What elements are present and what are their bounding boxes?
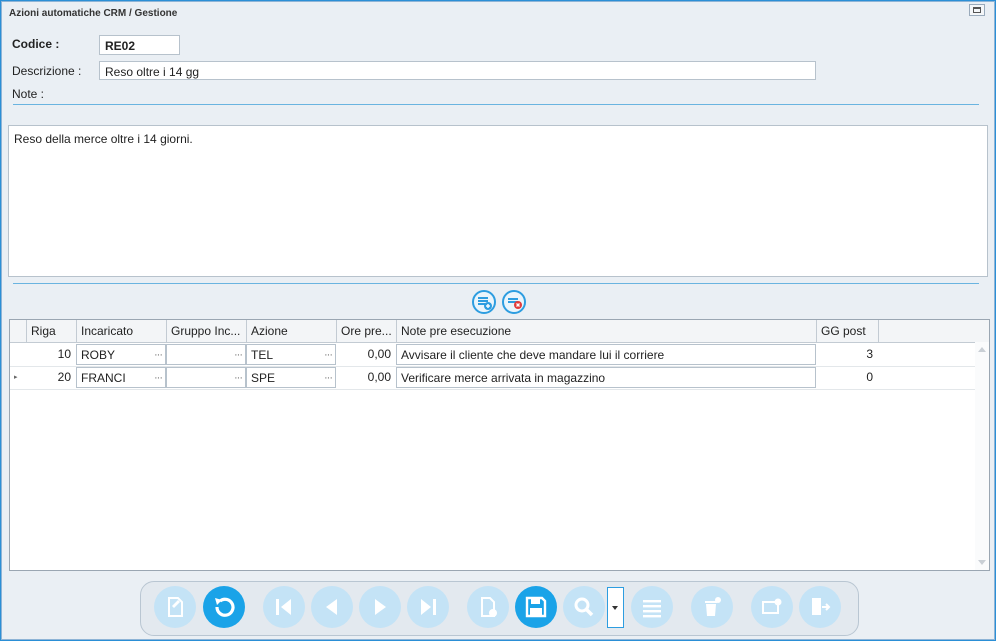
cell-ore: 0,00 <box>367 370 391 384</box>
print-icon[interactable] <box>751 586 793 628</box>
main-window: Azioni automatiche CRM / Gestione Codice… <box>1 1 995 640</box>
remove-row-icon[interactable] <box>502 290 526 314</box>
ellipsis-icon[interactable]: ··· <box>324 368 333 387</box>
cell-incaricato[interactable]: ROBY ··· <box>76 344 166 365</box>
undo-icon[interactable] <box>203 586 245 628</box>
cell-text: FRANCI <box>81 371 126 385</box>
last-icon[interactable] <box>407 586 449 628</box>
cell-text: ROBY <box>81 348 116 362</box>
cell-note[interactable]: Verificare merce arrivata in magazzino <box>396 367 816 388</box>
cell-text: TEL <box>251 348 274 362</box>
duplicate-icon[interactable] <box>467 586 509 628</box>
delete-icon[interactable] <box>691 586 733 628</box>
ellipsis-icon[interactable]: ··· <box>324 345 333 364</box>
col-riga[interactable]: Riga <box>26 320 76 342</box>
exit-icon[interactable] <box>799 586 841 628</box>
current-row-icon: ▸ <box>14 374 18 381</box>
cell-riga: 10 <box>57 347 71 361</box>
table-row[interactable]: 10 ROBY ··· ··· TEL ··· 0,00 Avvisare il c… <box>10 343 989 367</box>
col-ore[interactable]: Ore pre... <box>336 320 396 342</box>
cell-gg-post: 0 <box>866 370 873 384</box>
descrizione-label: Descrizione : <box>12 64 82 78</box>
cell-azione[interactable]: SPE ··· <box>246 367 336 388</box>
cell-gruppo[interactable]: ··· <box>166 367 246 388</box>
cell-azione[interactable]: TEL ··· <box>246 344 336 365</box>
codice-field[interactable]: RE02 <box>99 35 180 55</box>
col-azione[interactable]: Azione <box>246 320 336 342</box>
save-icon[interactable] <box>515 586 557 628</box>
first-icon[interactable] <box>263 586 305 628</box>
next-icon[interactable] <box>359 586 401 628</box>
ellipsis-icon[interactable]: ··· <box>154 345 163 364</box>
note-label: Note : <box>12 87 45 101</box>
cell-gruppo[interactable]: ··· <box>166 344 246 365</box>
grid-header: Riga Incaricato Gruppo Inc... Azione Ore… <box>10 320 989 343</box>
col-gg-post[interactable]: GG post <box>816 320 878 342</box>
vertical-scrollbar[interactable] <box>975 342 989 570</box>
codice-label: Codice : <box>12 37 60 51</box>
col-note[interactable]: Note pre esecuzione <box>396 320 816 342</box>
cell-text: SPE <box>251 371 276 385</box>
actions-grid: Riga Incaricato Gruppo Inc... Azione Ore… <box>9 319 990 571</box>
scroll-down-icon[interactable] <box>978 560 986 565</box>
cell-riga: 20 <box>57 370 71 384</box>
cell-incaricato[interactable]: FRANCI ··· <box>76 367 166 388</box>
divider <box>13 283 979 284</box>
table-row[interactable]: ▸ 20 FRANCI ··· ··· SPE ··· 0,00 Verificar… <box>10 366 989 390</box>
col-filler <box>878 320 977 342</box>
add-row-icon[interactable] <box>472 290 496 314</box>
scroll-up-icon[interactable] <box>978 347 986 352</box>
cell-note[interactable]: Avvisare il cliente che deve mandare lui… <box>396 344 816 365</box>
descrizione-field[interactable]: Reso oltre i 14 gg <box>99 61 816 80</box>
search-dropdown[interactable] <box>607 587 624 628</box>
note-textarea[interactable]: Reso della merce oltre i 14 giorni. <box>8 125 988 277</box>
divider <box>13 104 979 105</box>
cell-ore: 0,00 <box>367 347 391 361</box>
ellipsis-icon[interactable]: ··· <box>234 345 243 364</box>
search-icon[interactable] <box>563 586 605 628</box>
col-incaricato[interactable]: Incaricato <box>76 320 166 342</box>
new-icon[interactable] <box>154 586 196 628</box>
window-title: Azioni automatiche CRM / Gestione <box>9 8 178 19</box>
col-gruppo[interactable]: Gruppo Inc... <box>166 320 246 342</box>
maximize-icon[interactable] <box>969 4 985 16</box>
ellipsis-icon[interactable]: ··· <box>154 368 163 387</box>
ellipsis-icon[interactable]: ··· <box>234 368 243 387</box>
list-icon[interactable] <box>631 586 673 628</box>
prev-icon[interactable] <box>311 586 353 628</box>
cell-gg-post: 3 <box>866 347 873 361</box>
